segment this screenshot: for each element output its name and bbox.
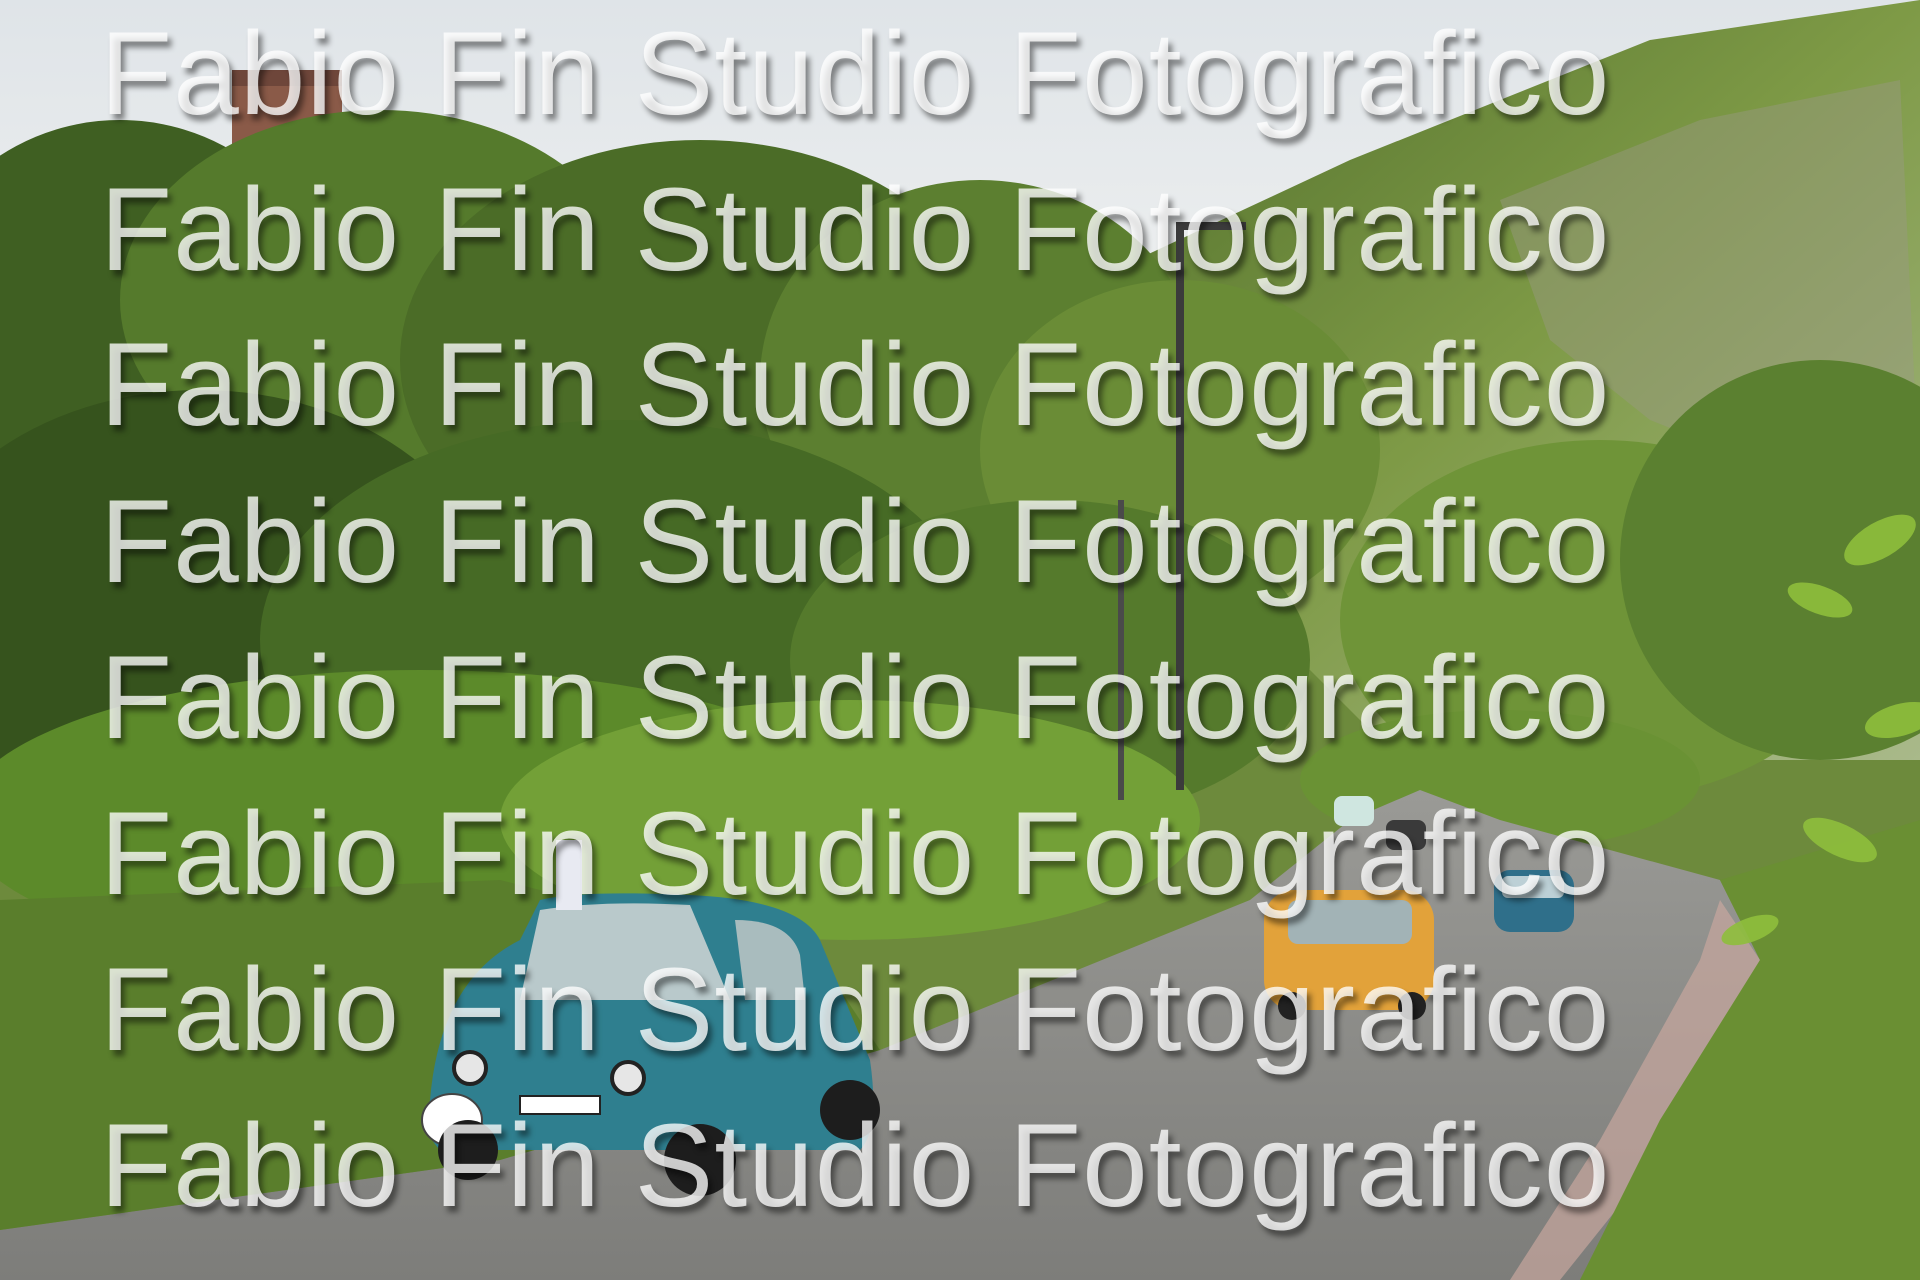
photo bbox=[0, 0, 1920, 1280]
landscape-illustration bbox=[0, 0, 1920, 1280]
yellow-car bbox=[1264, 890, 1434, 1020]
street-lamp bbox=[1176, 230, 1184, 790]
